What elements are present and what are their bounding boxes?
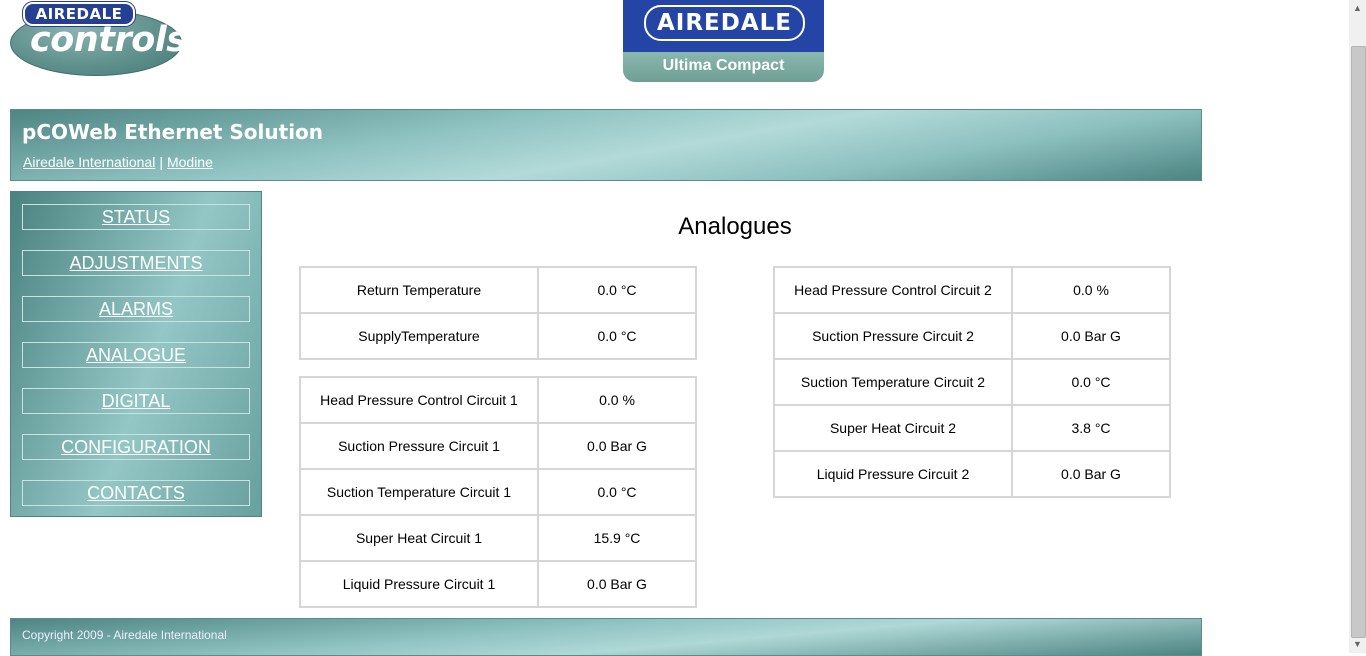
- logo-top-band: AIREDALE: [623, 0, 824, 52]
- table-row: Return Temperature 0.0 °C: [300, 267, 696, 313]
- general-temperature-table: Return Temperature 0.0 °C SupplyTemperat…: [299, 266, 697, 360]
- table-row: Liquid Pressure Circuit 2 0.0 Bar G: [774, 451, 1170, 497]
- row-label: Liquid Pressure Circuit 2: [774, 451, 1012, 497]
- copyright-text: Copyright 2009 - Airedale International: [22, 628, 227, 642]
- table-row: Suction Temperature Circuit 1 0.0 °C: [300, 469, 696, 515]
- row-value: 0.0 Bar G: [1012, 313, 1170, 359]
- row-label: Super Heat Circuit 1: [300, 515, 538, 561]
- table-row: Super Heat Circuit 2 3.8 °C: [774, 405, 1170, 451]
- row-label: Suction Pressure Circuit 1: [300, 423, 538, 469]
- logo-controls-text: controls: [30, 20, 187, 60]
- page-footer: Copyright 2009 - Airedale International: [10, 618, 1202, 656]
- nav-configuration[interactable]: CONFIGURATION: [22, 434, 250, 460]
- nav-contacts[interactable]: CONTACTS: [22, 480, 250, 506]
- row-value: 0.0 °C: [538, 469, 696, 515]
- scroll-up-arrow-icon[interactable]: ▲: [1349, 0, 1366, 17]
- airedale-product-logo: AIREDALE Ultima Compact: [623, 0, 824, 82]
- nav-alarms[interactable]: ALARMS: [22, 296, 250, 322]
- row-value: 0.0 Bar G: [1012, 451, 1170, 497]
- row-label: Suction Temperature Circuit 2: [774, 359, 1012, 405]
- row-label: SupplyTemperature: [300, 313, 538, 359]
- row-value: 0.0 °C: [1012, 359, 1170, 405]
- vertical-scrollbar[interactable]: ▲ ▼: [1349, 0, 1366, 653]
- link-modine[interactable]: Modine: [167, 154, 213, 170]
- circuit-1-table: Head Pressure Control Circuit 1 0.0 % Su…: [299, 376, 697, 608]
- row-label: Suction Pressure Circuit 2: [774, 313, 1012, 359]
- row-value: 0.0 °C: [538, 267, 696, 313]
- table-row: Suction Pressure Circuit 2 0.0 Bar G: [774, 313, 1170, 359]
- nav-digital[interactable]: DIGITAL: [22, 388, 250, 414]
- table-row: Suction Temperature Circuit 2 0.0 °C: [774, 359, 1170, 405]
- link-airedale-international[interactable]: Airedale International: [23, 154, 155, 170]
- row-value: 0.0 Bar G: [538, 561, 696, 607]
- row-value: 0.0 Bar G: [538, 423, 696, 469]
- row-value: 0.0 °C: [538, 313, 696, 359]
- scroll-down-arrow-icon[interactable]: ▼: [1349, 636, 1366, 653]
- logo-product-text: Ultima Compact: [623, 52, 824, 82]
- logo-brand-text: AIREDALE: [644, 5, 805, 41]
- scrollbar-thumb[interactable]: [1351, 46, 1366, 638]
- section-heading: Analogues: [678, 213, 792, 240]
- table-row: Super Heat Circuit 1 15.9 °C: [300, 515, 696, 561]
- row-label: Head Pressure Control Circuit 1: [300, 377, 538, 423]
- table-row: Head Pressure Control Circuit 2 0.0 %: [774, 267, 1170, 313]
- table-row: SupplyTemperature 0.0 °C: [300, 313, 696, 359]
- nav-status[interactable]: STATUS: [22, 204, 250, 230]
- header-links: Airedale International | Modine: [23, 154, 213, 170]
- nav-analogue[interactable]: ANALOGUE: [22, 342, 250, 368]
- page-title: pCOWeb Ethernet Solution: [22, 120, 324, 144]
- row-value: 15.9 °C: [538, 515, 696, 561]
- row-label: Liquid Pressure Circuit 1: [300, 561, 538, 607]
- circuit-2-table: Head Pressure Control Circuit 2 0.0 % Su…: [773, 266, 1171, 498]
- row-value: 0.0 %: [538, 377, 696, 423]
- airedale-controls-logo: AIREDALE controls: [10, 2, 187, 76]
- row-label: Head Pressure Control Circuit 2: [774, 267, 1012, 313]
- page-header: pCOWeb Ethernet Solution Airedale Intern…: [10, 109, 1202, 181]
- row-label: Super Heat Circuit 2: [774, 405, 1012, 451]
- row-label: Return Temperature: [300, 267, 538, 313]
- row-label: Suction Temperature Circuit 1: [300, 469, 538, 515]
- row-value: 0.0 %: [1012, 267, 1170, 313]
- sidebar-nav: STATUS ADJUSTMENTS ALARMS ANALOGUE DIGIT…: [10, 191, 262, 517]
- table-row: Head Pressure Control Circuit 1 0.0 %: [300, 377, 696, 423]
- row-value: 3.8 °C: [1012, 405, 1170, 451]
- table-row: Liquid Pressure Circuit 1 0.0 Bar G: [300, 561, 696, 607]
- nav-adjustments[interactable]: ADJUSTMENTS: [22, 250, 250, 276]
- table-row: Suction Pressure Circuit 1 0.0 Bar G: [300, 423, 696, 469]
- link-separator: |: [159, 154, 163, 170]
